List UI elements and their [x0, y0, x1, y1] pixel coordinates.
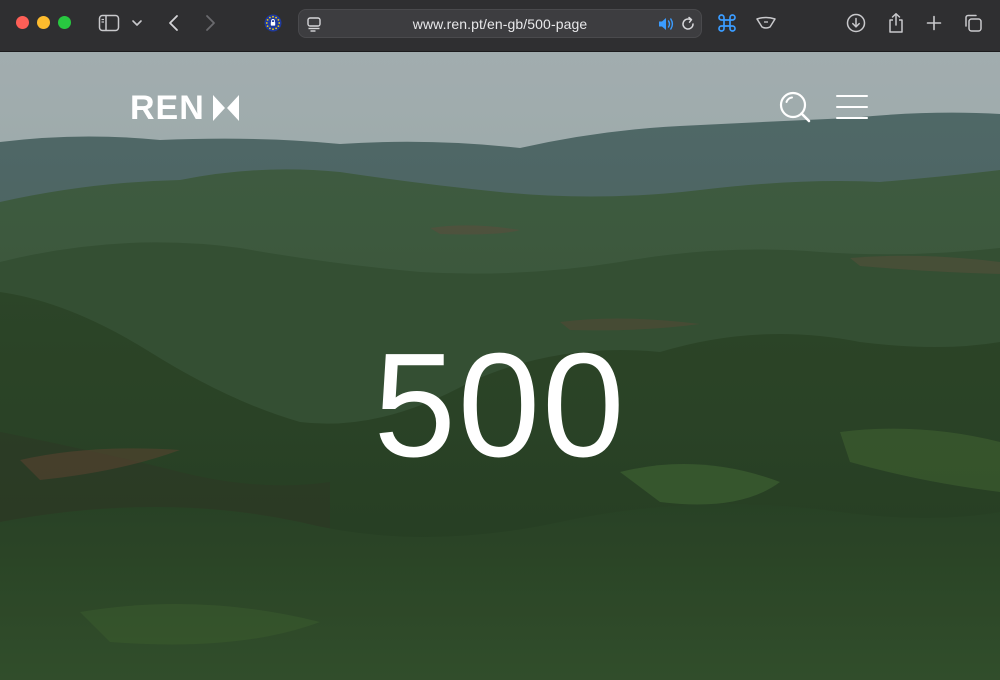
zoom-window-button[interactable] — [58, 16, 71, 29]
tabs-icon — [965, 14, 982, 32]
chevron-left-icon — [169, 15, 178, 31]
command-icon — [718, 14, 736, 32]
plus-icon — [926, 15, 942, 31]
tab-overview-button[interactable] — [962, 10, 984, 36]
logo-wordmark: REN — [130, 89, 205, 127]
share-icon — [889, 13, 903, 33]
reload-icon — [682, 16, 694, 30]
new-tab-button[interactable] — [924, 10, 944, 36]
mute-tab-button[interactable] — [656, 13, 676, 35]
ren-logo-mark-icon — [212, 95, 239, 121]
chevron-right-icon — [206, 15, 215, 31]
download-icon — [846, 13, 866, 33]
search-button[interactable] — [778, 90, 812, 124]
chevron-down-icon — [132, 20, 142, 26]
hamburger-menu-button[interactable] — [836, 95, 870, 121]
minimize-window-button[interactable] — [37, 16, 50, 29]
ren-logo-link[interactable]: REN — [130, 91, 241, 125]
menu-line-bottom — [836, 117, 868, 119]
privacy-shield-icon — [264, 14, 282, 32]
close-window-button[interactable] — [16, 16, 29, 29]
extension-icon — [756, 16, 776, 29]
downloads-button[interactable] — [845, 10, 867, 36]
tab-group-dropdown[interactable] — [130, 10, 144, 36]
share-button[interactable] — [885, 10, 907, 36]
search-icon — [779, 91, 811, 123]
hamburger-menu-icon — [836, 95, 868, 97]
url-text[interactable]: www.ren.pt/en-gb/500-page — [299, 16, 701, 32]
extension-button[interactable] — [754, 10, 778, 36]
privacy-report-button[interactable] — [262, 10, 284, 36]
menu-line-middle — [836, 106, 868, 108]
error-page: REN 500 — [0, 52, 1000, 680]
command-extension-button[interactable] — [716, 10, 738, 36]
browser-toolbar: www.ren.pt/en-gb/500-page — [0, 0, 1000, 52]
forward-button[interactable] — [200, 10, 220, 36]
error-code-heading: 500 — [373, 323, 627, 488]
back-button[interactable] — [164, 10, 184, 36]
sidebar-icon — [98, 14, 120, 32]
sidebar-toggle-button[interactable] — [97, 10, 121, 36]
reload-button[interactable] — [679, 13, 697, 35]
speaker-icon — [659, 18, 674, 30]
address-bar[interactable]: www.ren.pt/en-gb/500-page — [298, 9, 702, 38]
